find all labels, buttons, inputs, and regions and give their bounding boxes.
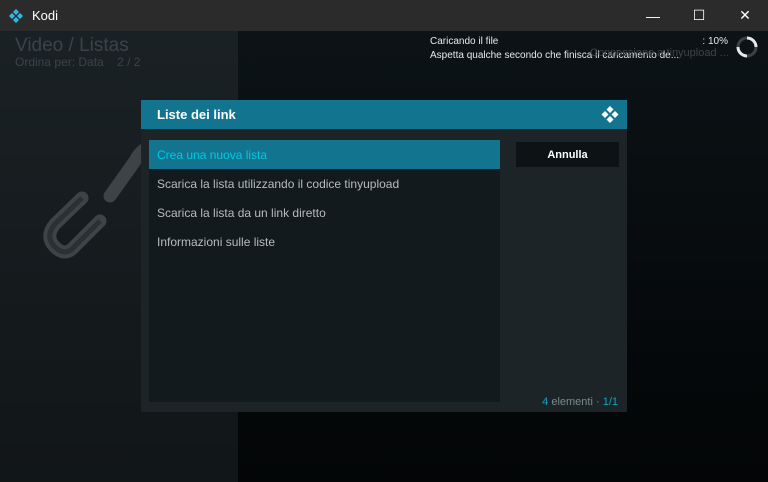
list-item-label: Scarica la lista utilizzando il codice t… (157, 176, 400, 191)
item-count-separator: · (595, 396, 600, 408)
list-item-label: Crea una nuova lista (157, 147, 268, 162)
progress-status: Caricando il file (430, 36, 499, 47)
kodi-icon (8, 8, 24, 24)
page-title: Video / Listas (15, 35, 129, 56)
list-item-label: Informazioni sulle liste (157, 234, 276, 249)
dialog-title: Liste dei link (157, 107, 236, 122)
window-title: Kodi (32, 8, 59, 23)
sort-label: Ordina per: Data (15, 55, 104, 69)
list-item-download-direct-link[interactable]: Scarica la lista da un link diretto (149, 198, 500, 227)
background-connection-text: Connessione a tinyupload ... (590, 47, 729, 59)
minimize-button[interactable]: — (630, 0, 676, 31)
list-item-label: Scarica la lista da un link diretto (157, 205, 326, 220)
window-titlebar: Kodi — ☐ ✕ (0, 0, 768, 31)
cancel-button[interactable]: Annulla (516, 142, 619, 167)
options-list: Crea una nuova lista Scarica la lista ut… (149, 140, 500, 402)
list-item-create-list[interactable]: Crea una nuova lista (149, 140, 500, 169)
list-item-info[interactable]: Informazioni sulle liste (149, 227, 500, 256)
maximize-button[interactable]: ☐ (676, 0, 722, 31)
page-indicator: 2 / 2 (117, 55, 141, 69)
progress-percent: : 10% (702, 36, 728, 47)
dialog-header: Liste dei link (141, 100, 627, 129)
window-controls: — ☐ ✕ (630, 0, 768, 31)
list-item-download-tinyupload[interactable]: Scarica la lista utilizzando il codice t… (149, 169, 500, 198)
kodi-logo-icon (601, 106, 619, 123)
close-button[interactable]: ✕ (722, 0, 768, 31)
kodi-content: Video / Listas Ordina per: Data 2 / 2 Ca… (0, 31, 768, 482)
spinner-icon (736, 36, 758, 58)
link-lists-dialog: Liste dei link Crea una nuova lista Scar… (141, 100, 627, 412)
item-count-number: 4 (542, 396, 549, 408)
item-count: 4 elementi · 1/1 (542, 396, 618, 408)
sort-info: Ordina per: Data 2 / 2 (15, 55, 140, 69)
item-count-page: 1/1 (602, 396, 618, 408)
item-count-label: elementi (551, 396, 593, 408)
